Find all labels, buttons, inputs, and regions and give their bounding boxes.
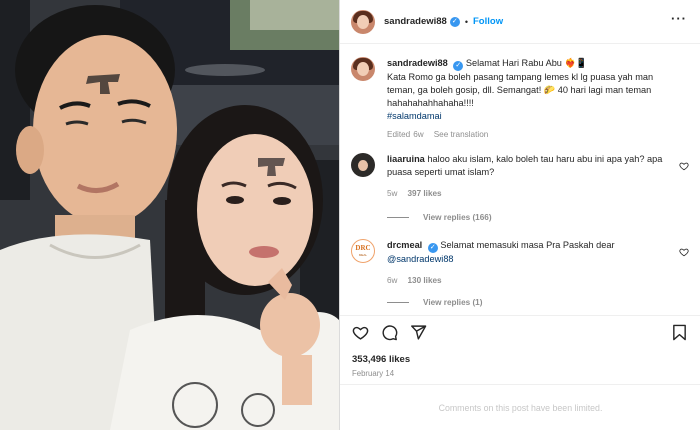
share-icon[interactable] — [410, 324, 427, 341]
post-photo[interactable] — [0, 0, 339, 430]
comment-meta: 5w 397 likes — [387, 187, 669, 200]
post-actions: 353,496 likes February 14 Comments on th… — [340, 315, 700, 430]
commenter-avatar[interactable]: DRC MEAL — [351, 239, 375, 263]
drc-logo-sub: MEAL — [358, 253, 368, 257]
view-replies-label[interactable]: View replies (166) — [423, 213, 492, 222]
post-detail-panel: sandradewi88 ✓ • Follow ··· sandradewi88… — [339, 0, 700, 430]
caption-text: Kata Romo ga boleh pasang tampang lemes … — [387, 72, 654, 108]
view-replies-button[interactable]: View replies (1) — [387, 298, 482, 307]
commenter-username[interactable]: drcmeal — [387, 240, 422, 250]
view-replies-label[interactable]: View replies (1) — [423, 298, 482, 307]
comment-text: Selamat memasuki masa Pra Paskah dear — [440, 240, 615, 250]
comment-body: drcmeal ✓ Selamat memasuki masa Pra Pask… — [387, 239, 669, 287]
comment-row: DRC MEAL drcmeal ✓ Selamat memasuki masa… — [351, 239, 669, 287]
view-replies-button[interactable]: View replies (166) — [387, 213, 492, 222]
separator-dot: • — [464, 16, 468, 27]
post-date[interactable]: February 14 — [352, 369, 394, 378]
save-button[interactable] — [672, 324, 687, 343]
see-translation-link[interactable]: See translation — [434, 130, 489, 139]
caption-meta: Edited 6w See translation — [387, 128, 683, 141]
comment-likes[interactable]: 130 likes — [407, 276, 441, 285]
replies-line — [387, 217, 409, 218]
comment-meta: 6w 130 likes — [387, 274, 669, 287]
comment-age[interactable]: 6w — [387, 276, 397, 285]
commenter-username[interactable]: liaaruina — [387, 154, 425, 164]
verified-badge-icon: ✓ — [449, 16, 460, 27]
edited-label: Edited — [387, 130, 411, 139]
replies-line — [387, 302, 409, 303]
comment-icon[interactable] — [381, 324, 398, 341]
likes-count[interactable]: 353,496 likes — [352, 354, 410, 365]
author-username[interactable]: sandradewi88 — [384, 16, 447, 27]
caption-line1: Selamat Hari Rabu Abu ❤️‍🔥📱 — [465, 58, 588, 68]
caption-hashtag[interactable]: #salamdamai — [387, 110, 683, 123]
comments-list[interactable]: sandradewi88 ✓ Selamat Hari Rabu Abu ❤️‍… — [340, 45, 700, 315]
caption-body: sandradewi88 ✓ Selamat Hari Rabu Abu ❤️‍… — [387, 57, 683, 141]
comments-limited-notice: Comments on this post have been limited. — [340, 384, 700, 430]
follow-button[interactable]: Follow — [473, 16, 503, 27]
caption-row: sandradewi88 ✓ Selamat Hari Rabu Abu ❤️‍… — [351, 57, 683, 141]
commenter-avatar[interactable] — [351, 153, 375, 177]
drc-logo-text: DRC — [355, 244, 371, 252]
verified-badge-icon: ✓ — [453, 61, 464, 71]
caption-username[interactable]: sandradewi88 — [387, 58, 448, 68]
caption-age[interactable]: 6w — [413, 130, 423, 139]
instagram-post-modal: sandradewi88 ✓ • Follow ··· sandradewi88… — [0, 0, 700, 430]
comment-likes[interactable]: 397 likes — [407, 189, 441, 198]
comment-like-heart-icon[interactable] — [679, 247, 689, 257]
verified-badge-icon: ✓ — [427, 243, 438, 253]
post-header: sandradewi88 ✓ • Follow ··· — [340, 0, 700, 44]
action-icons — [352, 324, 427, 341]
comment-mention[interactable]: @sandradewi88 — [387, 253, 669, 266]
author-avatar[interactable] — [351, 9, 375, 34]
more-options-icon[interactable]: ··· — [671, 12, 687, 25]
comment-text: haloo aku islam, kalo boleh tau haru abu… — [387, 154, 663, 177]
comment-age[interactable]: 5w — [387, 189, 397, 198]
comment-body: liaaruina haloo aku islam, kalo boleh ta… — [387, 153, 669, 200]
comment-row: liaaruina haloo aku islam, kalo boleh ta… — [351, 153, 669, 200]
author-avatar[interactable] — [351, 57, 375, 81]
like-heart-icon[interactable] — [352, 324, 369, 341]
comment-like-heart-icon[interactable] — [679, 161, 689, 171]
bookmark-icon[interactable] — [672, 324, 687, 341]
